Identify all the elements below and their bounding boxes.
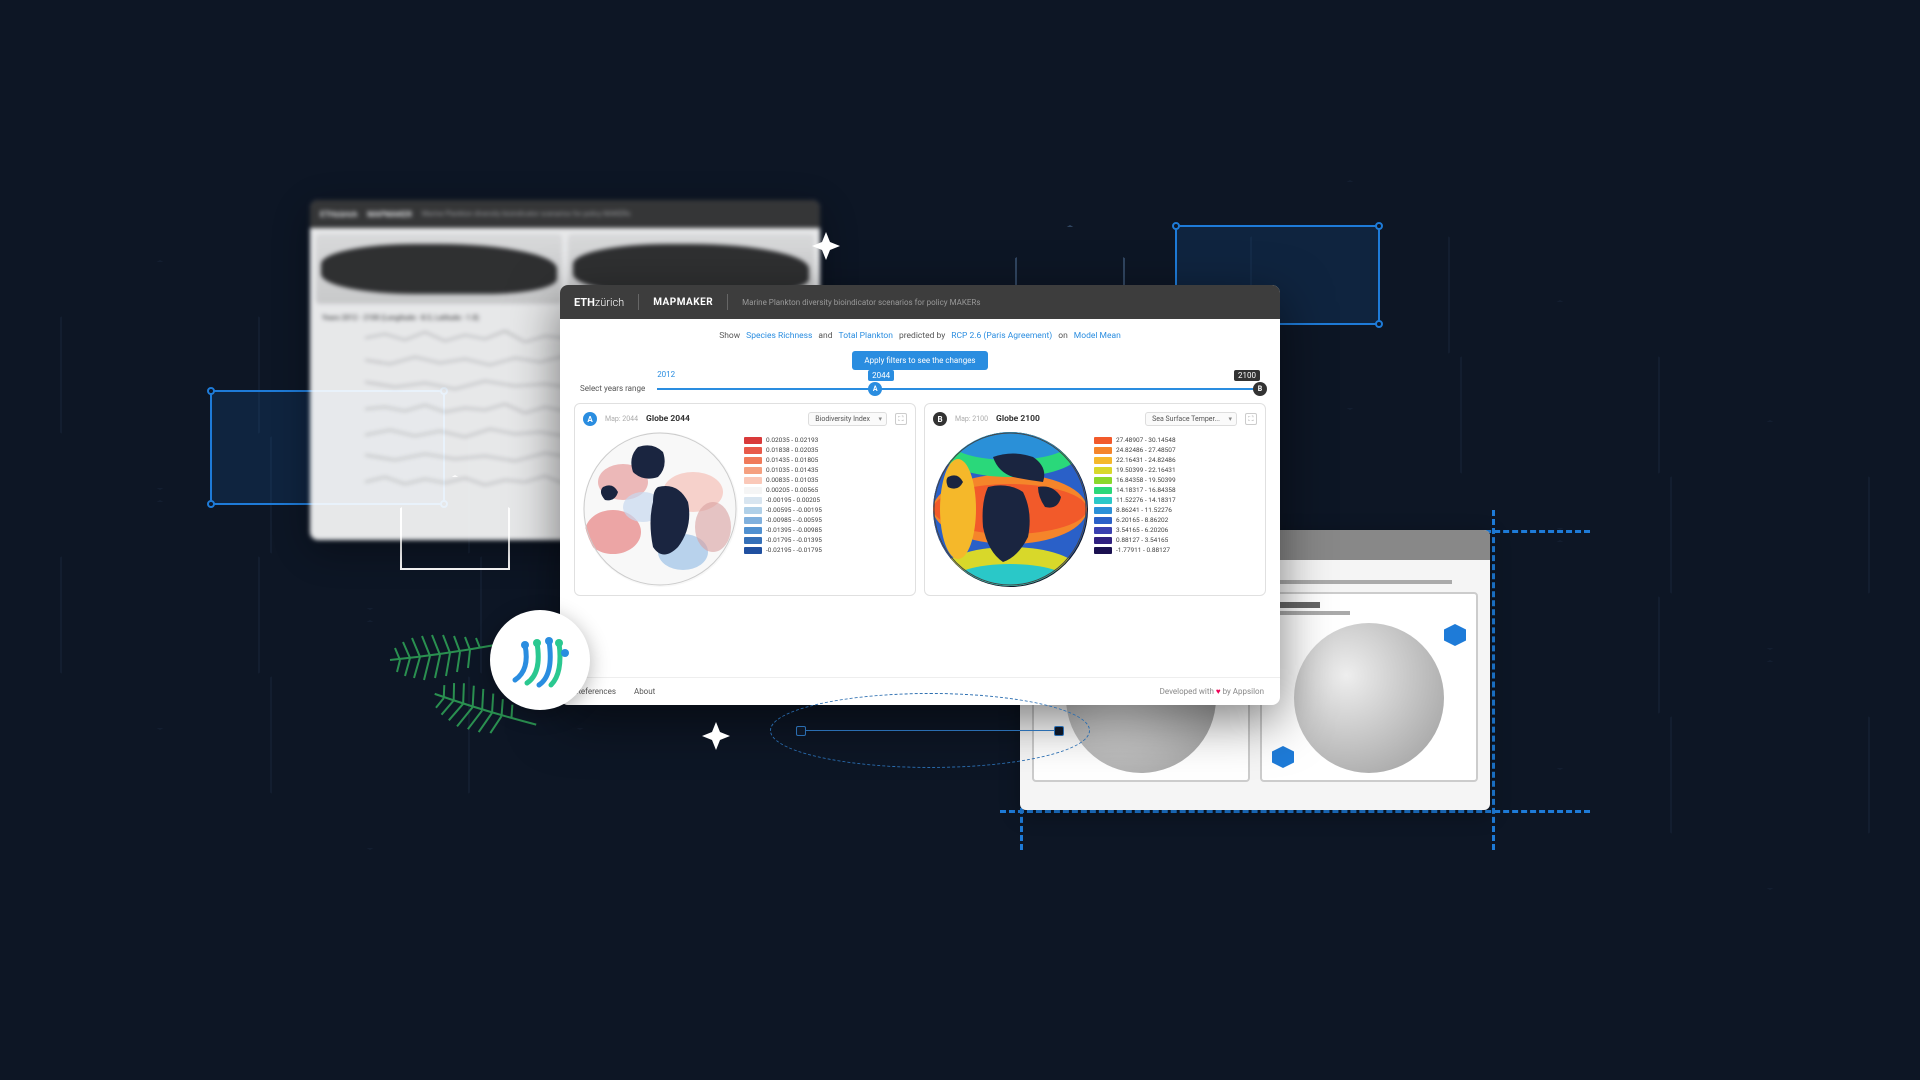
app-name-label: MAPMAKER [367, 210, 412, 219]
about-link[interactable]: About [634, 687, 655, 696]
heart-icon: ♥ [1216, 687, 1221, 696]
expand-icon[interactable]: ⛶ [895, 413, 907, 425]
metric-link[interactable]: Species Richness [746, 331, 812, 341]
panel-title: Globe 2044 [646, 414, 690, 424]
horizontal-guide [800, 730, 1060, 731]
metric-link[interactable]: Total Plankton [839, 331, 893, 341]
year-range-slider[interactable]: Select years range 2012 2044 2100 A B [560, 380, 1280, 403]
app-name: MAPMAKER [653, 297, 713, 308]
slider-handle-b[interactable]: B [1253, 382, 1267, 396]
expand-icon[interactable]: ⛶ [1245, 413, 1257, 425]
references-link[interactable]: References [576, 687, 616, 696]
credit-text: Developed with ♥ by Appsilon [1160, 687, 1264, 696]
globe-map-b[interactable] [933, 432, 1088, 587]
globe-map-a[interactable] [583, 432, 738, 587]
layer-dropdown[interactable]: Biodiversity Index [808, 412, 887, 426]
tech-logo-icon [490, 610, 590, 710]
panel-title: Globe 2100 [996, 414, 1040, 424]
panel-badge: A [583, 412, 597, 426]
legend-a: 0.02035 - 0.021930.01838 - 0.020350.0143… [744, 432, 907, 587]
scenario-link[interactable]: RCP 2.6 (Paris Agreement) [951, 331, 1052, 341]
main-app-window: ETHzürich MAPMAKER Marine Plankton diver… [560, 285, 1280, 705]
legend-b: 27.48907 - 30.1454824.82486 - 27.4850722… [1094, 432, 1257, 587]
map-panel-b: B Map: 2100 Globe 2100 Sea Surface Tempe… [924, 403, 1266, 596]
map-panel-a: A Map: 2044 Globe 2044 Biodiversity Inde… [574, 403, 916, 596]
star-icon [700, 720, 732, 756]
brand-logo: ETHzürich [574, 296, 624, 309]
brand-label: ETHzürich [320, 210, 357, 219]
app-subtitle: Marine Plankton diversity bioindicator s… [742, 298, 980, 307]
star-icon [810, 230, 842, 266]
dashed-guide [1492, 510, 1495, 850]
model-link[interactable]: Model Mean [1074, 331, 1121, 341]
panel-badge: B [933, 412, 947, 426]
layer-dropdown[interactable]: Sea Surface Temper... [1145, 412, 1237, 426]
apply-filters-button[interactable]: Apply filters to see the changes [852, 351, 987, 370]
slider-handle-a[interactable]: A [868, 382, 882, 396]
panel-breadcrumb: Map: 2044 [605, 415, 638, 423]
panel-breadcrumb: Map: 2100 [955, 415, 988, 423]
app-subtitle: Marine Plankton diversity bioindicator s… [422, 210, 631, 218]
filter-bar: Show Species Richness and Total Plankton… [560, 319, 1280, 347]
dashed-guide [1000, 810, 1590, 813]
app-header: ETHzürich MAPMAKER Marine Plankton diver… [560, 285, 1280, 319]
slider-label: Select years range [580, 384, 645, 393]
